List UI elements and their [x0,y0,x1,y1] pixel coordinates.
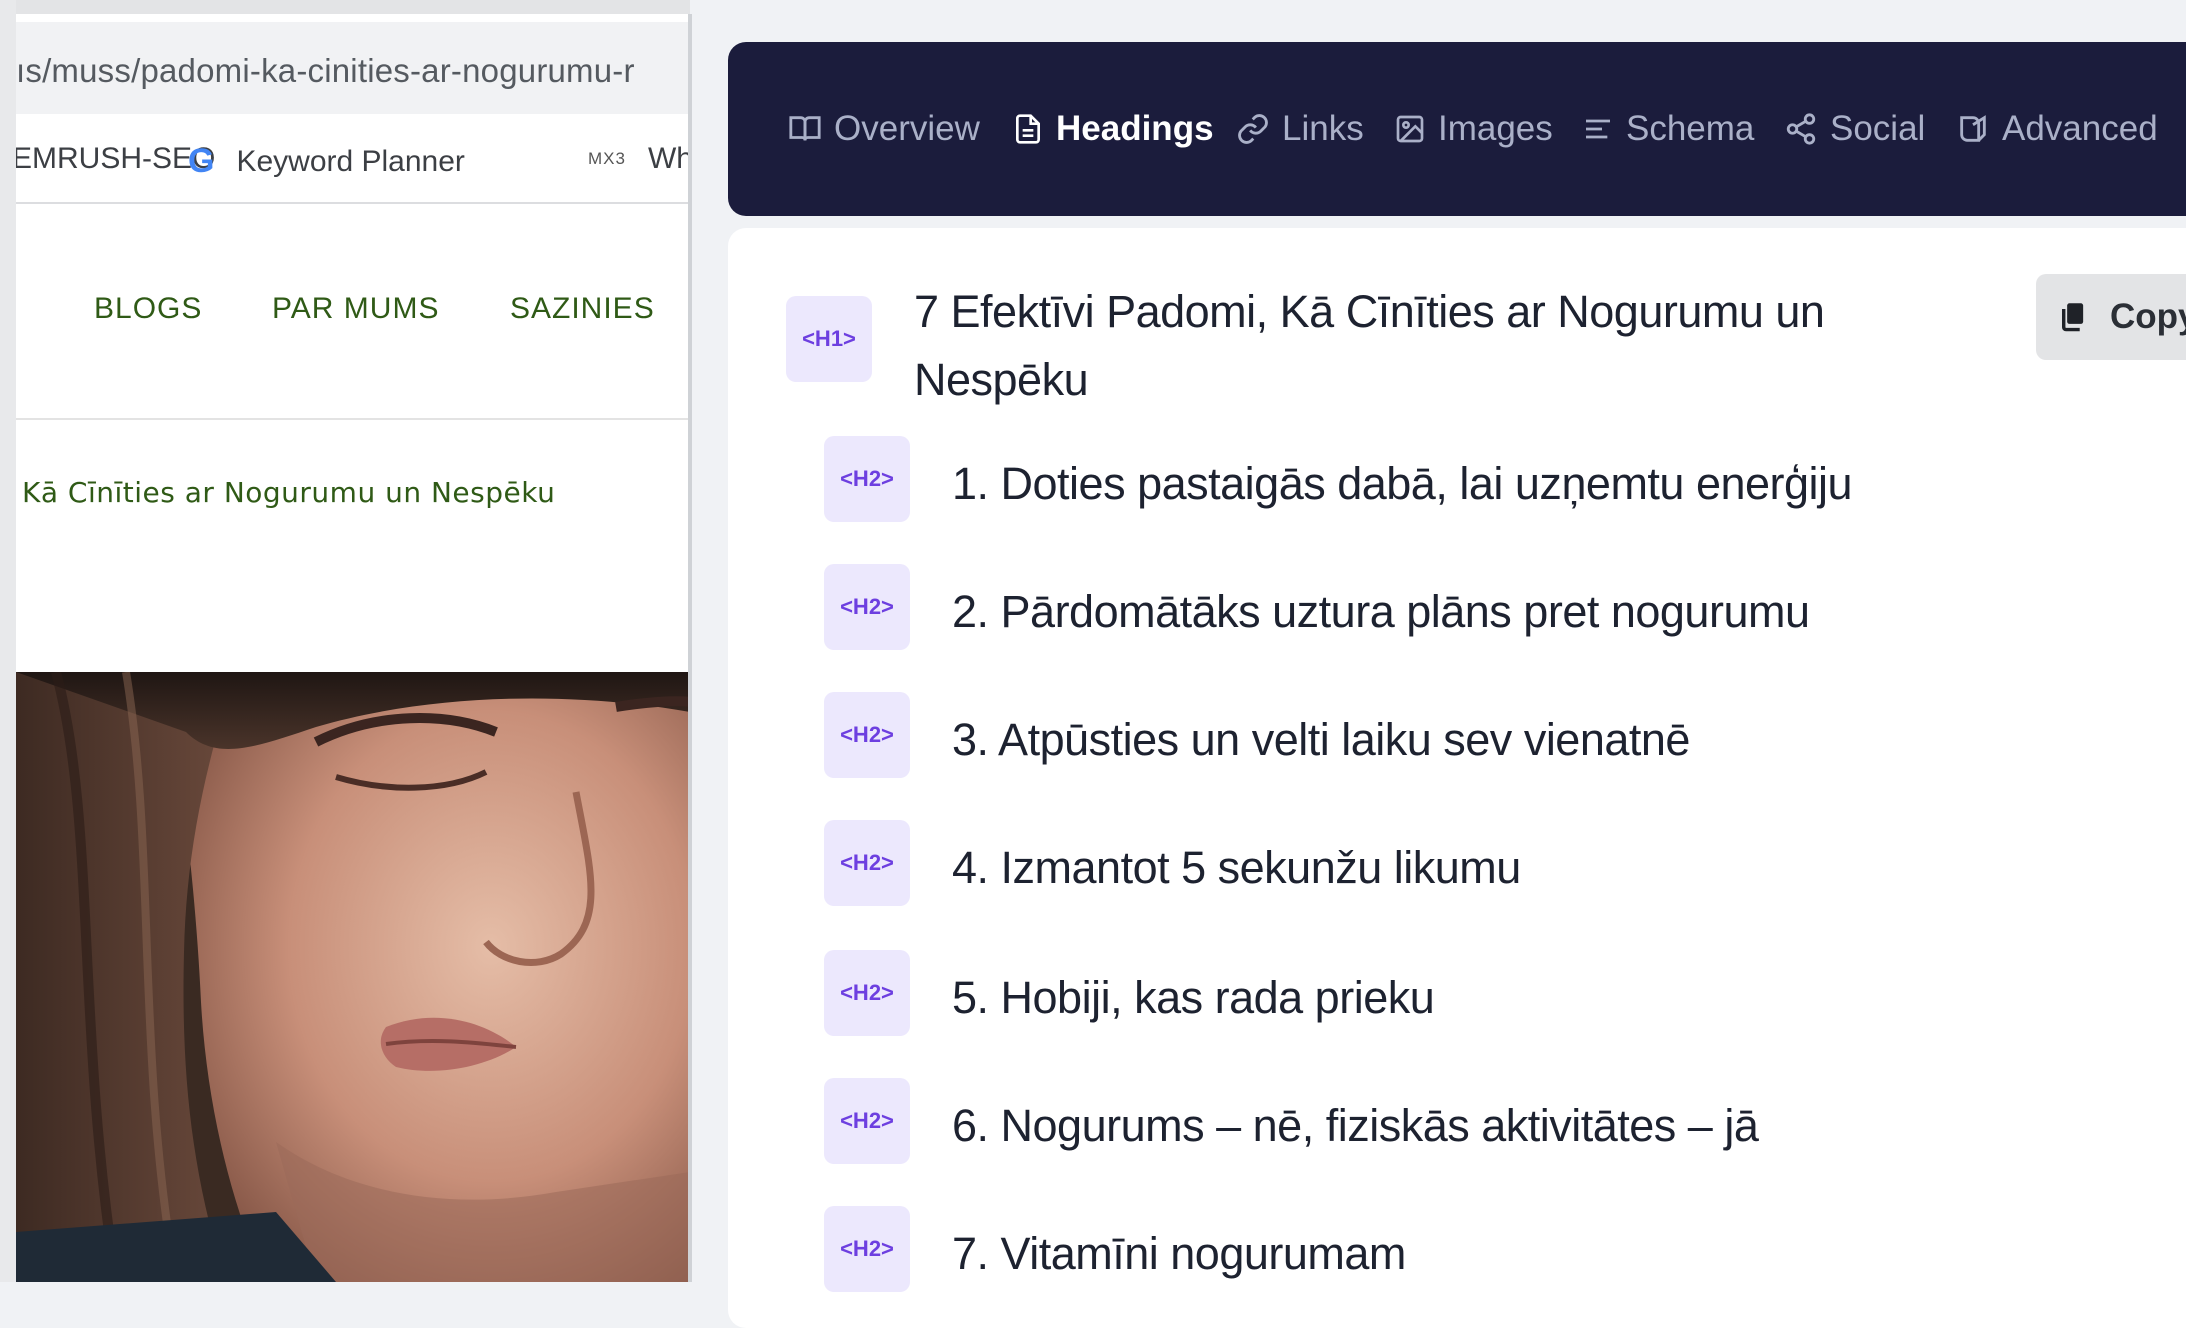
tab-label: Schema [1626,109,1755,148]
heading-h2-text: 5. Hobiji, kas rada prieku [952,972,1435,1023]
h2-tag-badge: <H2> [824,1206,910,1292]
bookmark-semrush[interactable]: EMRUSH-SEO [16,142,215,176]
bookmark-label: EMRUSH-SEO [16,142,216,175]
tab-overview[interactable]: Overview [788,42,980,216]
heading-h2-text: 3. Atpūsties un velti laiku sev vienatnē [952,714,1690,765]
bookmarks-bar: EMRUSH-SEO G Keyword Planner MX3 Wh [16,114,690,204]
tab-label: Headings [1056,109,1214,148]
book-icon [789,116,821,141]
bookmark-keyword-planner[interactable]: G Keyword Planner [188,142,465,181]
url-text[interactable]: ıs/muss/padomi-ka-cinities-ar-nogurumu-r [16,52,635,90]
schema-icon [1586,119,1610,139]
bookmark-label: Keyword Planner [236,144,465,178]
browser-top-strip [0,0,690,14]
bookmark-label: Wh [647,142,690,175]
heading-h2-text: 4. Izmantot 5 sekunžu likumu [952,842,1521,893]
document-icon [1016,114,1040,144]
address-bar[interactable]: ıs/muss/padomi-ka-cinities-ar-nogurumu-r [16,22,690,114]
extension-tab-bar: Overview Headings Links Images Schema So… [728,42,2186,216]
tab-label: Social [1830,109,1926,148]
heading-h2-text: 6. Nogurums – nē, fiziskās aktivitātes –… [952,1100,1759,1151]
clipboard-icon [2062,303,2084,332]
site-navigation: BLOGS PAR MUMS SAZINIES [16,204,690,420]
copy-button[interactable]: Copy [2036,274,2186,360]
tab-social[interactable]: Social [1784,42,1925,216]
bookmark-mx3[interactable]: MX3 Wh [588,142,690,176]
nav-link-par-mums[interactable]: PAR MUMS [272,292,439,326]
tab-label: Overview [834,109,980,148]
h1-tag-badge: <H1> [786,296,872,382]
panel-divider[interactable] [688,14,692,1282]
tab-advanced[interactable]: Advanced [1956,42,2158,216]
h2-tag-badge: <H2> [824,564,910,650]
nav-link-sazinies[interactable]: SAZINIES [510,292,655,326]
h2-tag-badge: <H2> [824,436,910,522]
tab-label: Images [1438,109,1553,148]
tab-images[interactable]: Images [1394,42,1553,216]
heading-h2-text: 2. Pārdomātāks uztura plāns pret nogurum… [952,586,1810,637]
heading-h2-text: 7. Vitamīni nogurumam [952,1228,1406,1279]
h2-tag-badge: <H2> [824,1078,910,1164]
heading-h1-text: 7 Efektīvi Padomi, Kā Cīnīties ar Noguru… [914,286,1825,405]
tab-label: Links [1282,109,1364,148]
copy-label: Copy [2110,297,2186,336]
portrait-photo [16,672,690,1282]
mx3-icon: MX3 [588,149,626,168]
tab-schema[interactable]: Schema [1582,42,1754,216]
browser-edge [0,0,16,1282]
tab-links[interactable]: Links [1236,42,1364,216]
h2-tag-badge: <H2> [824,950,910,1036]
h2-tag-badge: <H2> [824,692,910,778]
heading-h2-text: 1. Doties pastaigās dabā, lai uzņemtu en… [952,458,1853,509]
h2-tag-badge: <H2> [824,820,910,906]
browser-window: ıs/muss/padomi-ka-cinities-ar-nogurumu-r… [0,0,690,1282]
share-icon [1786,113,1816,145]
google-icon: G [188,142,215,180]
image-icon [1396,115,1424,143]
tab-headings[interactable]: Headings [1012,42,1214,216]
breadcrumb[interactable]: Kā Cīnīties ar Nogurumu un Nespēku [22,476,555,509]
nav-link-blogs[interactable]: BLOGS [94,292,202,326]
hero-image [16,672,690,1282]
tab-label: Advanced [2002,109,2158,148]
link-icon [1238,114,1268,144]
advanced-icon [1960,115,1986,142]
